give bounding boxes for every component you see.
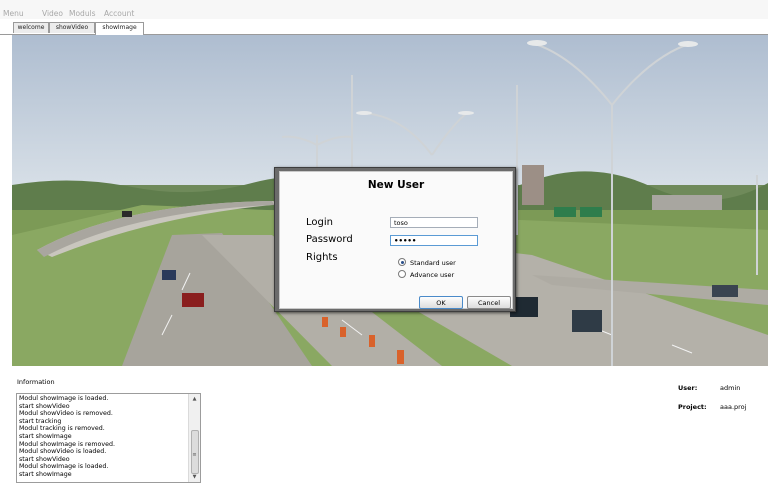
- tab-bar: welcome showVideo showImage: [0, 22, 768, 35]
- log-line: start showVideo: [19, 402, 70, 410]
- log-line: Modul tracking is removed.: [19, 425, 105, 433]
- log-line: Modul showVideo is loaded.: [19, 448, 107, 456]
- log-line: start showImage: [19, 432, 72, 440]
- tab-showvideo[interactable]: showVideo: [49, 22, 95, 33]
- scroll-grip-icon: ≡: [192, 452, 197, 458]
- cancel-button[interactable]: Cancel: [467, 296, 511, 309]
- menu-bar: Menu Video Moduls Account: [0, 0, 768, 19]
- login-label: Login: [306, 217, 333, 228]
- log-line: start showImage: [19, 470, 72, 478]
- ok-button[interactable]: OK: [419, 296, 463, 309]
- radio-checked-icon[interactable]: [398, 258, 406, 266]
- menu-account[interactable]: Account: [104, 9, 134, 18]
- information-log[interactable]: Modul showImage is loaded. start showVid…: [16, 393, 201, 483]
- log-line: start showVideo: [19, 455, 70, 463]
- menu-moduls[interactable]: Moduls: [69, 9, 96, 18]
- radio-unchecked-icon[interactable]: [398, 270, 406, 278]
- dialog-title: New User: [367, 179, 425, 191]
- password-label: Password: [306, 234, 353, 245]
- log-lines: Modul showImage is loaded. start showVid…: [19, 395, 187, 479]
- radio-standard-user[interactable]: Standard user: [398, 258, 456, 267]
- log-line: Modul showVideo is removed.: [19, 410, 113, 418]
- radio-advance-user[interactable]: Advance user: [398, 270, 454, 279]
- password-input[interactable]: •••••: [390, 235, 478, 246]
- tab-showimage[interactable]: showImage: [95, 22, 144, 35]
- project-label: Project:: [678, 403, 707, 411]
- new-user-dialog: New User Login toso Password ••••• Right…: [274, 167, 516, 312]
- information-label: Information: [17, 378, 55, 386]
- log-scrollbar[interactable]: ▲ ≡ ▼: [188, 394, 200, 482]
- tab-welcome[interactable]: welcome: [13, 22, 49, 33]
- menu-video[interactable]: Video: [42, 9, 63, 18]
- menu-menu[interactable]: Menu: [3, 9, 24, 18]
- scroll-up-arrow-icon[interactable]: ▲: [189, 394, 200, 404]
- log-line: Modul showImage is loaded.: [19, 463, 109, 471]
- log-line: Modul showImage is removed.: [19, 440, 115, 448]
- advance-user-label: Advance user: [410, 271, 455, 279]
- log-line: Modul showImage is loaded.: [19, 395, 109, 402]
- login-input[interactable]: toso: [390, 217, 478, 228]
- standard-user-label: Standard user: [410, 259, 456, 267]
- log-line: start tracking: [19, 417, 62, 425]
- user-label: User:: [678, 384, 698, 392]
- user-value: admin: [720, 384, 741, 392]
- dialog-body: New User Login toso Password ••••• Right…: [279, 171, 513, 309]
- project-value: aaa.proj: [720, 403, 747, 411]
- rights-label: Rights: [306, 252, 338, 263]
